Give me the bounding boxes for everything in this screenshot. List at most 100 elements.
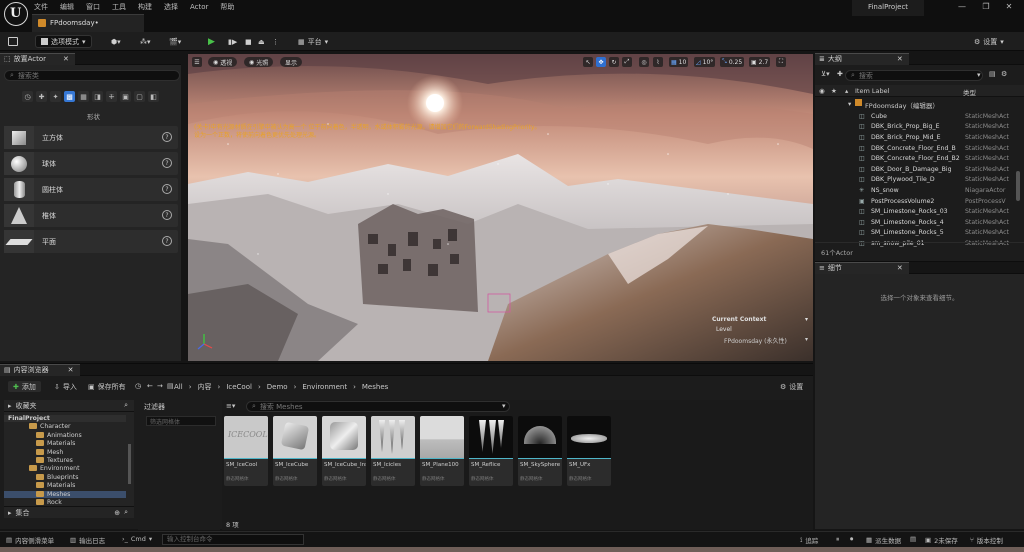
perspective-button[interactable]: ◉ 透视 xyxy=(208,57,238,67)
visual-effects-category-icon[interactable]: ◨ xyxy=(92,91,103,102)
outliner-row[interactable]: ◫ DBK_Brick_Prop_Mid_E StaticMeshAct xyxy=(815,132,1024,143)
outliner-row[interactable]: ▣ PostProcessVolume2 PostProcessV xyxy=(815,196,1024,207)
content-browser-tab[interactable]: ▤ 内容浏览器 ✕ xyxy=(0,363,80,376)
history-icon[interactable]: ◷ xyxy=(135,382,141,390)
maximize-viewport-icon[interactable]: ⛶ xyxy=(776,57,786,67)
add-button[interactable]: ✚ 添加 xyxy=(8,381,41,392)
grid-snap-button[interactable]: ▦ 10 xyxy=(669,57,689,67)
cinematic-category-icon[interactable]: ▦ xyxy=(78,91,89,102)
menu-edit[interactable]: 编辑 xyxy=(60,2,74,12)
output-log-button[interactable]: ▥ 输出日志 xyxy=(70,535,105,545)
outliner-row[interactable]: ◫ DBK_Concrete_Floor_End_B2 StaticMeshAct xyxy=(815,153,1024,164)
lit-button[interactable]: ◉ 光照 xyxy=(244,57,274,67)
visibility-icon[interactable]: ◉ xyxy=(819,87,825,95)
cmd-selector[interactable]: ›_ Cmd ▾ xyxy=(122,535,152,543)
tree-scrollbar[interactable] xyxy=(128,444,131,484)
basic-category-icon[interactable]: ✚ xyxy=(36,91,47,102)
unsaved-button[interactable]: ▣ 2未保存 xyxy=(925,535,958,545)
tree-folder[interactable]: Materials xyxy=(36,440,75,447)
search-icon[interactable]: ⌕ xyxy=(124,401,128,410)
menu-select[interactable]: 选择 xyxy=(164,2,178,12)
help-icon[interactable]: ? xyxy=(162,132,172,142)
all-classes-category-icon[interactable]: ▣ xyxy=(120,91,131,102)
recent-category-icon[interactable]: ◷ xyxy=(22,91,33,102)
source-control-button[interactable]: ⑂ 版本控制 xyxy=(970,535,1003,545)
sort-icon[interactable]: ▴ xyxy=(845,87,848,95)
outliner-row[interactable]: ◫ DBK_Brick_Prop_Big_E StaticMeshAct xyxy=(815,122,1024,133)
breadcrumb-icecool[interactable]: IceCool xyxy=(226,383,252,391)
add-actor-button[interactable]: ⬢▾ xyxy=(111,35,121,48)
close-icon[interactable]: ✕ xyxy=(63,55,69,63)
close-icon[interactable]: ✕ xyxy=(68,366,74,374)
tree-folder[interactable]: Rock xyxy=(36,499,62,506)
add-folder-icon[interactable]: ▤ xyxy=(989,70,996,78)
asset-tile[interactable]: SM_Icicles 静态网格体 xyxy=(371,416,415,486)
asset-tile[interactable]: SM_Reflice 静态网格体 xyxy=(469,416,513,486)
menu-window[interactable]: 窗口 xyxy=(86,2,100,12)
place-actors-tab[interactable]: ⬚ 放置Actor ✕ xyxy=(0,52,75,65)
add-icon[interactable]: ⊕ xyxy=(114,509,120,517)
world-local-icon[interactable]: ◎ xyxy=(639,57,649,67)
menu-tools[interactable]: 工具 xyxy=(112,2,126,12)
tree-folder[interactable]: Animations xyxy=(36,431,82,439)
breadcrumb-environment[interactable]: Environment xyxy=(302,383,347,391)
tree-folder[interactable]: Meshes xyxy=(4,490,126,498)
help-icon[interactable]: ? xyxy=(162,184,172,194)
menu-file[interactable]: 文件 xyxy=(34,2,48,12)
add-filter-icon[interactable]: ✚ xyxy=(837,70,843,78)
tree-folder[interactable]: FinalProject xyxy=(4,415,126,422)
menu-build[interactable]: 构建 xyxy=(138,2,152,12)
close-window-button[interactable]: ✕ xyxy=(1002,2,1016,11)
help-icon[interactable]: ? xyxy=(162,236,172,246)
console-input[interactable]: 输入控制台命令 xyxy=(162,534,304,545)
asset-search-input[interactable]: ⌕ 搜索 Meshes xyxy=(246,401,510,412)
rotation-snap-button[interactable]: ◿ 10° xyxy=(694,57,716,67)
tree-folder[interactable]: Blueprints xyxy=(36,473,78,481)
menu-help[interactable]: 帮助 xyxy=(220,2,234,12)
gear-icon[interactable]: ⚙ xyxy=(1001,70,1007,78)
breadcrumb-demo[interactable]: Demo xyxy=(267,383,288,391)
record-icon[interactable]: ⏺ xyxy=(850,535,853,544)
save-button[interactable] xyxy=(8,35,18,48)
save-all-button[interactable]: ▣ 保存所有 xyxy=(88,382,126,392)
shapes-category-icon[interactable]: ▩ xyxy=(64,91,75,102)
settings-button[interactable]: ⚙ 设置 ▾ xyxy=(974,35,1004,48)
favorites-header[interactable]: ▸ 收藏夹 ⌕ xyxy=(4,400,134,412)
asset-tile[interactable]: SM_UFx 静态网格体 xyxy=(567,416,611,486)
outliner-row[interactable]: ◫ DBK_Door_B_Damage_Big StaticMeshAct xyxy=(815,164,1024,175)
step-button[interactable]: ▮▶ xyxy=(228,35,237,48)
type-header[interactable]: 类型 xyxy=(963,87,976,97)
surface-snapping-icon[interactable]: ⌇ xyxy=(653,57,663,67)
rotate-mode-icon[interactable]: ↻ xyxy=(609,57,619,67)
asset-tile[interactable]: ICECOOL SM_IceCool 静态网格体 xyxy=(224,416,268,486)
filter-icon[interactable]: ⊻▾ xyxy=(821,70,830,78)
platforms-button[interactable]: ▦ 平台 ▾ xyxy=(298,35,328,48)
derived-data-button[interactable]: ▦ 派生数据 xyxy=(866,535,901,545)
filter-field[interactable]: 筛选网格体 xyxy=(146,416,216,426)
camera-speed-button[interactable]: ▣ 2.7 xyxy=(749,57,771,67)
blueprint-button[interactable]: ⁂▾ xyxy=(140,35,151,48)
scale-mode-icon[interactable]: ⤢ xyxy=(622,57,632,67)
import-button[interactable]: ⇩ 导入 xyxy=(54,382,77,392)
filter-icon[interactable]: ≡▾ xyxy=(226,402,235,410)
mode-selector[interactable]: 选项模式 ▾ xyxy=(35,35,92,48)
asset-tile[interactable]: SM_IceCube_Inside 静态网格体 xyxy=(322,416,366,486)
cinematics-button[interactable]: 🎬▾ xyxy=(169,35,181,48)
notification-icon[interactable]: ▤ xyxy=(910,535,916,543)
close-icon[interactable]: ✕ xyxy=(897,55,903,63)
outliner-row[interactable]: ◫ SM_Limestone_Rocks_03 StaticMeshAct xyxy=(815,206,1024,217)
forward-icon[interactable]: → xyxy=(157,382,163,390)
outliner-search-input[interactable]: ⌕ 搜索 xyxy=(845,70,983,81)
tree-folder[interactable]: Mesh xyxy=(36,448,63,456)
eject-button[interactable]: ⏏ xyxy=(258,35,265,48)
item-label-header[interactable]: Item Label xyxy=(855,87,889,95)
maximize-button[interactable]: ❐ xyxy=(979,2,993,11)
level-viewport[interactable]: ☰ ◉ 透视 ◉ 光照 显示 ↖ ✥ ↻ ⤢ ◎ ⌇ ▦ 10 ◿ 10° ⤡ 0.25 … xyxy=(188,54,813,361)
stop-button[interactable]: ■ xyxy=(245,35,252,48)
outliner-tab[interactable]: ≣ 大纲 ✕ xyxy=(815,52,909,65)
actor-item-plane[interactable]: 平面 ? xyxy=(4,230,178,253)
asset-tile[interactable]: SM_IceCube 静态网格体 xyxy=(273,416,317,486)
folder-icon[interactable]: ▤ xyxy=(167,382,174,390)
menu-actor[interactable]: Actor xyxy=(190,3,208,11)
asset-tile[interactable]: SM_SkySphere 静态网格体 xyxy=(518,416,562,486)
